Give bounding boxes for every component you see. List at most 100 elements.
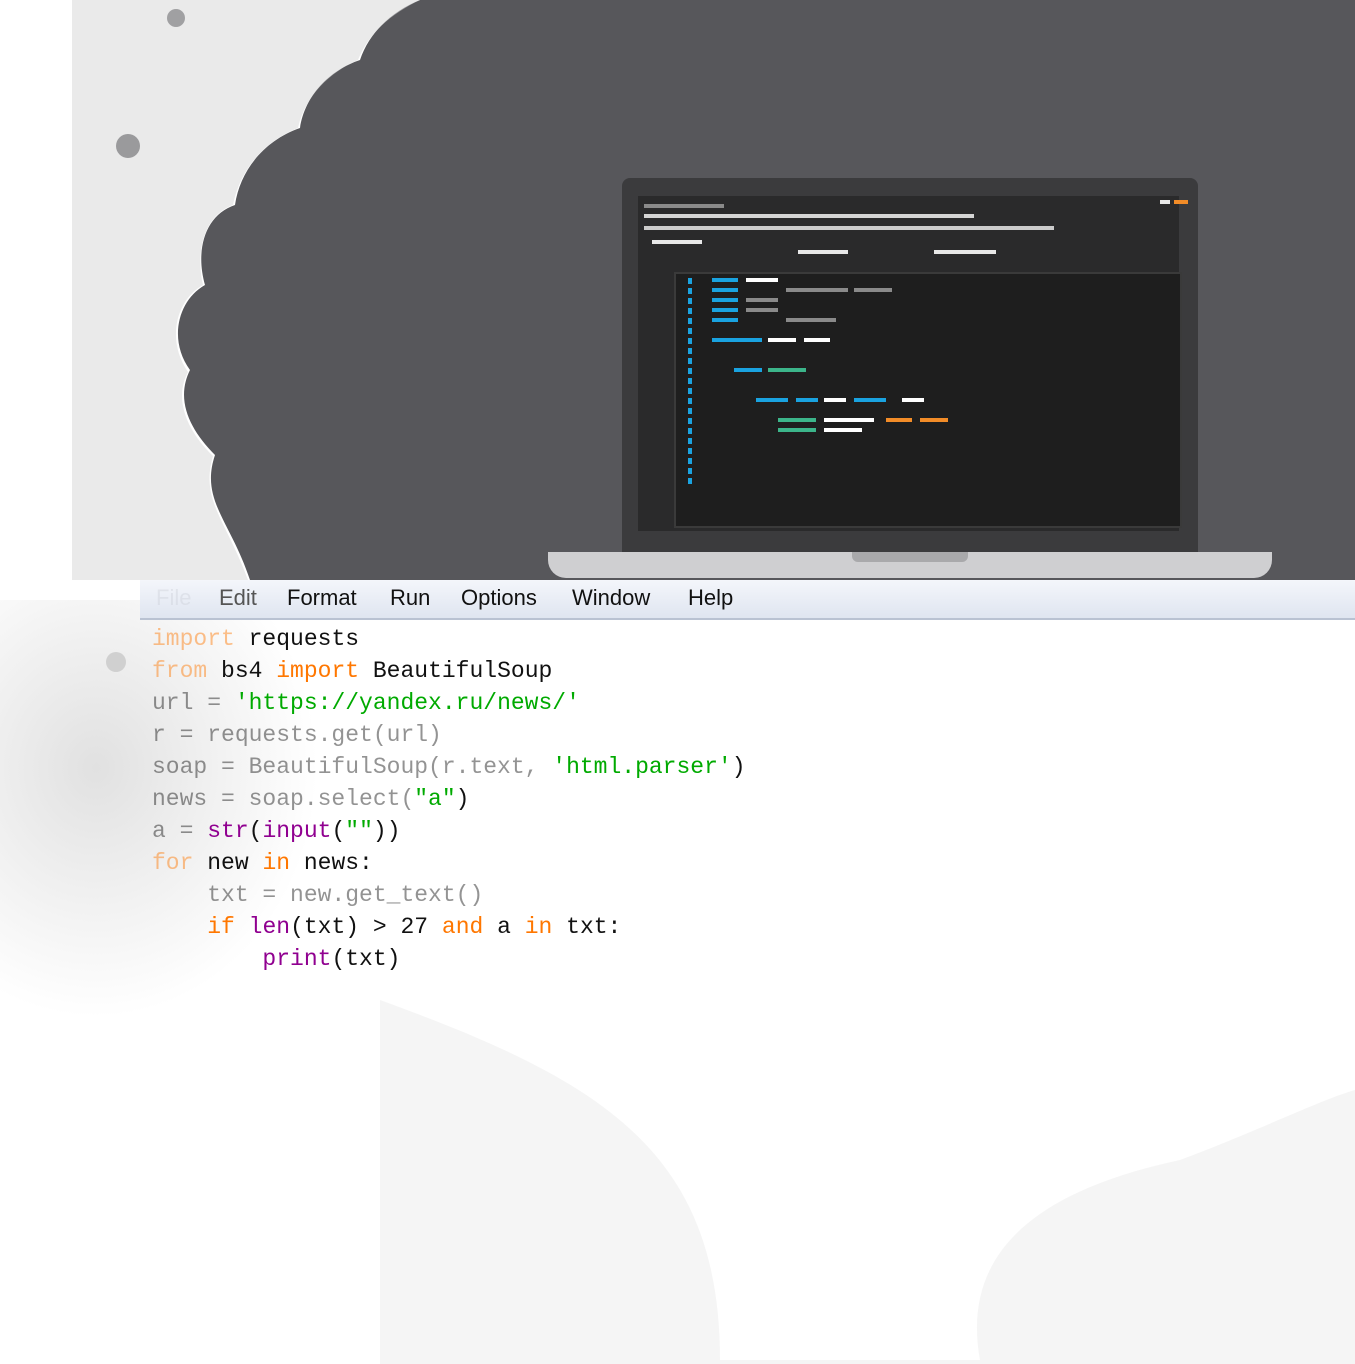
- code-token: [746, 298, 778, 302]
- code-token: [920, 418, 948, 422]
- code-token: [712, 298, 738, 302]
- code-token: in: [262, 850, 291, 876]
- laptop-base: [548, 552, 1272, 578]
- laptop-code-editor: [674, 272, 1182, 528]
- code-token: news:: [290, 850, 373, 876]
- toolbar-line: [798, 250, 848, 254]
- code-token: import: [276, 658, 360, 684]
- menu-window[interactable]: Window: [572, 585, 650, 611]
- laptop-display: [638, 196, 1188, 531]
- code-token: [886, 418, 912, 422]
- menu-file[interactable]: File: [156, 585, 191, 611]
- code-token: )): [372, 818, 401, 844]
- code-token: "a": [414, 786, 456, 812]
- menu-options[interactable]: Options: [461, 585, 537, 611]
- code-token: [734, 368, 762, 372]
- code-token: [778, 428, 816, 432]
- code-token: (txt) > 27: [290, 914, 442, 940]
- code-token: [768, 338, 796, 342]
- menu-edit[interactable]: Edit: [219, 585, 257, 611]
- code-line: for new in news:: [152, 850, 373, 880]
- code-token: r = requests.get(url): [152, 722, 442, 748]
- menu-help[interactable]: Help: [688, 585, 733, 611]
- code-token: in: [524, 914, 553, 940]
- menu-run[interactable]: Run: [390, 585, 430, 611]
- code-token: bs4: [207, 658, 277, 684]
- code-token: [712, 338, 762, 342]
- code-token: len: [248, 914, 291, 940]
- code-token: [824, 428, 862, 432]
- code-token: soap = BeautifulSoup(r.text,: [152, 754, 553, 780]
- toolbar-line: [644, 204, 724, 208]
- laptop-screen: [622, 178, 1198, 552]
- code-token: requests: [234, 626, 360, 652]
- code-token: [712, 318, 738, 322]
- code-token: for: [152, 850, 194, 876]
- code-token: [746, 308, 778, 312]
- code-token: [768, 368, 806, 372]
- code-token: 'https://yandex.ru/news/': [234, 690, 580, 716]
- code-token: [712, 288, 738, 292]
- menu-format[interactable]: Format: [287, 585, 357, 611]
- code-line: url = 'https://yandex.ru/news/': [152, 690, 580, 720]
- code-token: print: [262, 946, 332, 972]
- idle-menubar: File Edit Format Run Options Window Help: [140, 580, 1355, 620]
- laptop-notch: [852, 552, 968, 562]
- code-token: "": [345, 818, 373, 844]
- code-line: r = requests.get(url): [152, 722, 442, 752]
- code-token: ): [731, 754, 746, 780]
- code-token: [778, 418, 816, 422]
- code-token: [712, 278, 738, 282]
- code-token: from: [152, 658, 208, 684]
- code-token: [756, 398, 788, 402]
- splash-lower-texture: [380, 1000, 1355, 1364]
- code-line: if len(txt) > 27 and a in txt:: [152, 914, 621, 944]
- toolbar-line: [644, 214, 974, 218]
- code-token: [786, 288, 848, 292]
- code-token: txt = new.get_text(): [152, 882, 484, 908]
- code-token: news = soap.select(: [152, 786, 415, 812]
- code-line: print(txt): [152, 946, 400, 976]
- code-line: soap = BeautifulSoup(r.text, 'html.parse…: [152, 754, 746, 784]
- toolbar-line: [1174, 200, 1188, 204]
- code-line: from bs4 import BeautifulSoup: [152, 658, 552, 688]
- code-token: BeautifulSoup: [359, 658, 553, 684]
- code-token: [902, 398, 924, 402]
- code-token: and: [441, 914, 484, 940]
- splash-dot: [116, 134, 140, 158]
- code-token: (: [248, 818, 263, 844]
- code-token: import: [152, 626, 235, 652]
- code-token: input: [262, 818, 332, 844]
- code-line: txt = new.get_text(): [152, 882, 483, 912]
- toolbar-line: [652, 240, 702, 244]
- code-line: import requests: [152, 626, 359, 656]
- code-token: url =: [152, 690, 235, 716]
- code-token: (txt): [331, 946, 401, 972]
- code-token: [796, 398, 818, 402]
- toolbar-line: [934, 250, 996, 254]
- code-token: (: [331, 818, 346, 844]
- splash-dot: [167, 9, 185, 27]
- gutter-marks: [688, 278, 692, 488]
- code-token: [786, 318, 836, 322]
- code-token: [804, 338, 830, 342]
- code-token: [824, 418, 874, 422]
- code-token: 'html.parser': [552, 754, 732, 780]
- code-token: a: [483, 914, 525, 940]
- code-line: a = str(input("")): [152, 818, 401, 848]
- code-token: [854, 288, 892, 292]
- code-token: ): [455, 786, 470, 812]
- code-token: [746, 278, 778, 282]
- code-token: new: [193, 850, 263, 876]
- code-editor[interactable]: import requests from bs4 import Beautiful…: [0, 622, 1355, 982]
- code-line: news = soap.select("a"): [152, 786, 469, 816]
- code-token: str: [207, 818, 249, 844]
- code-token: if: [207, 914, 235, 940]
- toolbar-line: [1160, 200, 1170, 204]
- code-token: txt:: [552, 914, 622, 940]
- toolbar-line: [644, 226, 1054, 230]
- code-token: [712, 308, 738, 312]
